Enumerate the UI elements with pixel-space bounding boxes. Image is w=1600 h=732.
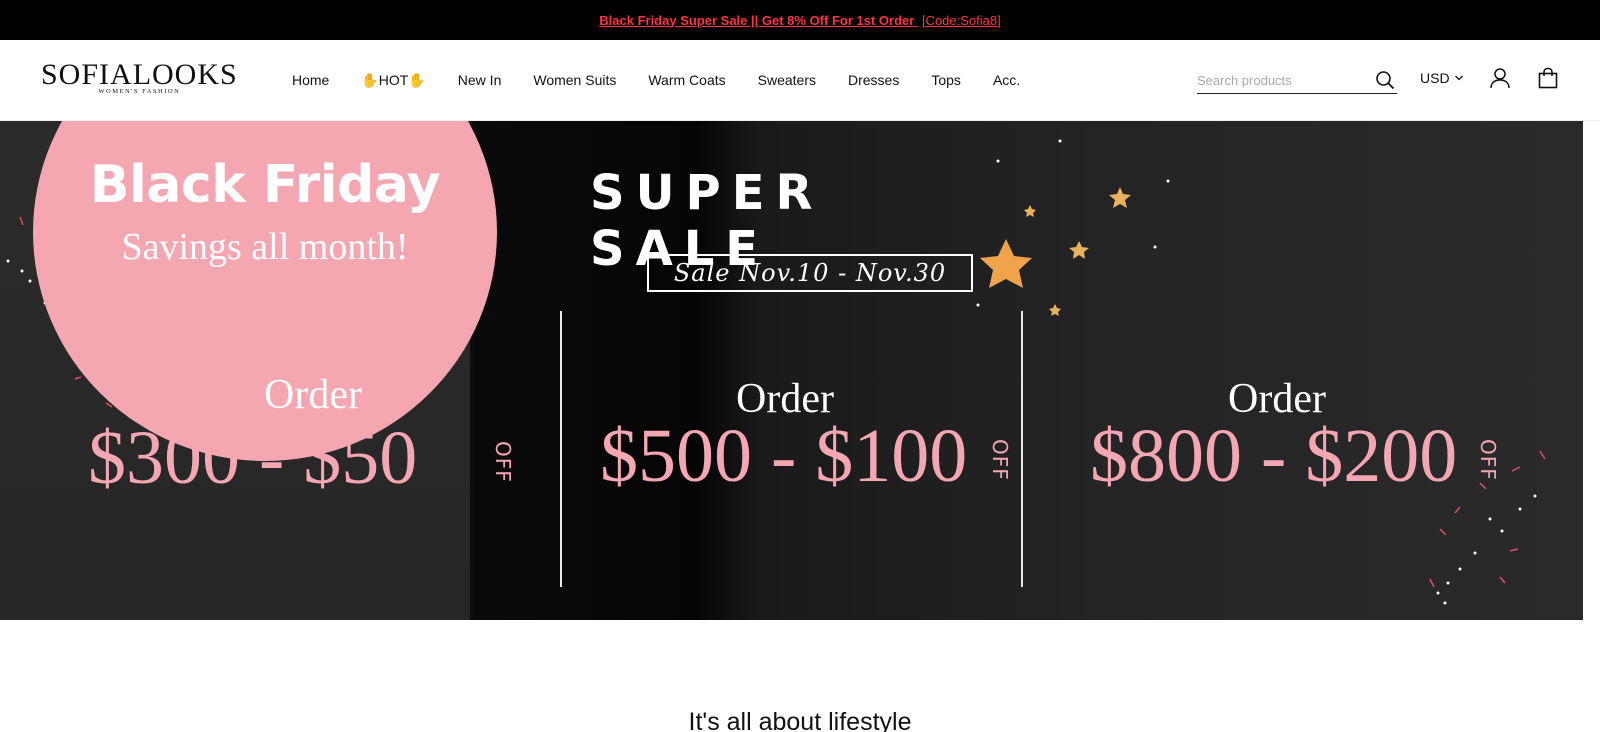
chevron-down-icon [1454,75,1463,81]
nav-item-new-in[interactable]: New In [458,72,502,88]
nav-item-acc[interactable]: Acc. [993,72,1020,88]
user-icon[interactable] [1489,67,1511,94]
offer-amount: $300 - $50 [88,416,418,500]
offer-divider [1021,311,1023,587]
offer-amount: $800 - $200 [1090,414,1458,498]
nav-item-tops[interactable]: Tops [931,72,961,88]
announcement-promo-text: Black Friday Super Sale || Get 8% Off Fo… [599,12,915,28]
hero-banner[interactable]: Black Friday Savings all month! SUPER SA… [0,121,1583,620]
hero-title: Black Friday [89,155,441,215]
announcement-code-text: [Code:Sofia8] [921,12,1001,28]
offer-off-label: OFF [491,441,515,483]
search-icon[interactable] [1375,70,1395,95]
search-box [1197,68,1397,94]
nav-item-home[interactable]: Home [292,72,329,88]
offer-divider [560,311,562,587]
offer-off-label: OFF [1476,439,1500,481]
sale-dates: Sale Nov.10 - Nov.30 [647,254,973,292]
site-header: SOFIALOOKS WOMEN'S FASHION Home ✋HOT✋ Ne… [0,40,1600,121]
hero-subtitle: Savings all month! [121,226,409,268]
offer-amount: $500 - $100 [600,414,968,498]
nav-item-sweaters[interactable]: Sweaters [758,72,816,88]
section-heading: It's all about lifestyle [688,708,912,732]
offer-off-label: OFF [988,439,1012,481]
nav-item-warm-coats[interactable]: Warm Coats [648,72,725,88]
nav-item-hot[interactable]: ✋HOT✋ [361,72,425,89]
currency-value: USD [1420,70,1450,86]
nav-item-dresses[interactable]: Dresses [848,72,899,88]
shopping-bag-icon[interactable] [1537,67,1559,94]
logo-main-text: SOFIALOOKS [41,58,238,91]
nav-item-women-suits[interactable]: Women Suits [533,72,616,88]
search-input[interactable] [1197,68,1367,92]
main-nav: Home ✋HOT✋ New In Women Suits Warm Coats… [292,40,1052,120]
site-logo[interactable]: SOFIALOOKS WOMEN'S FASHION [41,58,238,96]
announcement-bar: Black Friday Super Sale || Get 8% Off Fo… [0,0,1600,40]
currency-selector[interactable]: USD [1420,70,1464,86]
announcement-link[interactable]: Black Friday Super Sale || Get 8% Off Fo… [599,13,1000,28]
offer-order-label: Order [264,372,362,418]
